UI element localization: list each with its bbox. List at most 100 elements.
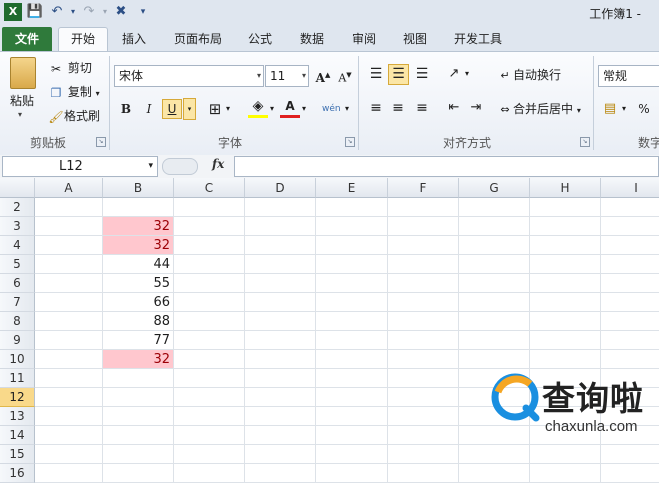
cell-b7[interactable]: 66 — [103, 293, 174, 312]
font-color-dropdown-icon[interactable]: ▾ — [302, 104, 306, 113]
row-header-12[interactable]: 12 — [0, 388, 35, 407]
cell-c11[interactable] — [174, 369, 245, 388]
align-bottom-icon[interactable]: ☰ — [412, 64, 432, 84]
cell-d11[interactable] — [245, 369, 316, 388]
cell-f6[interactable] — [388, 274, 459, 293]
cell-d2[interactable] — [245, 198, 316, 217]
tab-review[interactable]: 审阅 — [344, 28, 384, 50]
cell-h16[interactable] — [530, 464, 601, 483]
borders-dropdown-icon[interactable]: ▾ — [226, 104, 230, 113]
cell-g14[interactable] — [459, 426, 530, 445]
align-middle-icon[interactable]: ☰ — [388, 64, 409, 85]
cell-d5[interactable] — [245, 255, 316, 274]
cell-c3[interactable] — [174, 217, 245, 236]
column-header-a[interactable]: A — [35, 178, 103, 198]
column-header-c[interactable]: C — [174, 178, 245, 198]
cell-f4[interactable] — [388, 236, 459, 255]
cell-b16[interactable] — [103, 464, 174, 483]
row-header-3[interactable]: 3 — [0, 217, 35, 236]
row-header-15[interactable]: 15 — [0, 445, 35, 464]
column-header-g[interactable]: G — [459, 178, 530, 198]
column-header-f[interactable]: F — [388, 178, 459, 198]
cell-d14[interactable] — [245, 426, 316, 445]
orientation-icon[interactable]: ↗ — [444, 64, 464, 84]
number-format-combo[interactable]: 常规 — [598, 65, 659, 87]
cell-e11[interactable] — [316, 369, 388, 388]
cell-e3[interactable] — [316, 217, 388, 236]
format-painter-button[interactable]: 🖌格式刷 — [48, 107, 100, 125]
cell-b4[interactable]: 32 — [103, 236, 174, 255]
cell-e12[interactable] — [316, 388, 388, 407]
tab-insert[interactable]: 插入 — [114, 28, 154, 50]
cell-i16[interactable] — [601, 464, 659, 483]
cell-a8[interactable] — [35, 312, 103, 331]
row-header-8[interactable]: 8 — [0, 312, 35, 331]
cell-g8[interactable] — [459, 312, 530, 331]
cell-g10[interactable] — [459, 350, 530, 369]
column-header-d[interactable]: D — [245, 178, 316, 198]
cell-e9[interactable] — [316, 331, 388, 350]
cell-h6[interactable] — [530, 274, 601, 293]
cell-e13[interactable] — [316, 407, 388, 426]
font-launcher-icon[interactable]: ↘ — [345, 137, 355, 147]
cell-b5[interactable]: 44 — [103, 255, 174, 274]
cell-i10[interactable] — [601, 350, 659, 369]
tab-view[interactable]: 视图 — [395, 28, 435, 50]
cell-c9[interactable] — [174, 331, 245, 350]
font-name-combo[interactable]: 宋体 ▾ — [114, 65, 264, 87]
row-header-6[interactable]: 6 — [0, 274, 35, 293]
cell-a14[interactable] — [35, 426, 103, 445]
cell-i7[interactable] — [601, 293, 659, 312]
cell-c2[interactable] — [174, 198, 245, 217]
cell-d13[interactable] — [245, 407, 316, 426]
cell-c12[interactable] — [174, 388, 245, 407]
copy-button[interactable]: ❐ 复制 ▾ — [48, 83, 100, 101]
cell-c5[interactable] — [174, 255, 245, 274]
tab-formulas[interactable]: 公式 — [240, 28, 280, 50]
row-header-4[interactable]: 4 — [0, 236, 35, 255]
align-center-icon[interactable]: ≡ — [388, 98, 408, 118]
cell-a2[interactable] — [35, 198, 103, 217]
cell-c14[interactable] — [174, 426, 245, 445]
cell-e6[interactable] — [316, 274, 388, 293]
phonetic-dropdown-icon[interactable]: ▾ — [345, 104, 349, 113]
font-size-combo[interactable]: 11 ▾ — [265, 65, 309, 87]
cell-f7[interactable] — [388, 293, 459, 312]
cut-button[interactable]: ✂ 剪切 — [48, 59, 92, 77]
select-all-corner[interactable] — [0, 178, 35, 198]
cell-g9[interactable] — [459, 331, 530, 350]
tab-page-layout[interactable]: 页面布局 — [166, 28, 230, 50]
save-icon[interactable]: 💾 — [26, 3, 44, 21]
cell-g5[interactable] — [459, 255, 530, 274]
cell-c4[interactable] — [174, 236, 245, 255]
cell-b2[interactable] — [103, 198, 174, 217]
cell-i5[interactable] — [601, 255, 659, 274]
cell-i6[interactable] — [601, 274, 659, 293]
cell-f11[interactable] — [388, 369, 459, 388]
percent-button[interactable]: % — [634, 99, 654, 119]
cell-a15[interactable] — [35, 445, 103, 464]
cell-c6[interactable] — [174, 274, 245, 293]
tab-data[interactable]: 数据 — [292, 28, 332, 50]
cell-g15[interactable] — [459, 445, 530, 464]
grow-font-icon[interactable]: A▲ — [313, 65, 333, 85]
cell-h9[interactable] — [530, 331, 601, 350]
cell-f9[interactable] — [388, 331, 459, 350]
row-header-10[interactable]: 10 — [0, 350, 35, 369]
cell-b8[interactable]: 88 — [103, 312, 174, 331]
cell-c10[interactable] — [174, 350, 245, 369]
cell-b9[interactable]: 77 — [103, 331, 174, 350]
font-color-icon[interactable]: A — [280, 97, 300, 118]
cell-c15[interactable] — [174, 445, 245, 464]
tab-developer[interactable]: 开发工具 — [446, 28, 510, 50]
cell-b12[interactable] — [103, 388, 174, 407]
cell-a4[interactable] — [35, 236, 103, 255]
align-right-icon[interactable]: ≡ — [412, 98, 432, 118]
tools-icon[interactable]: ✖ — [112, 3, 130, 21]
column-header-h[interactable]: H — [530, 178, 601, 198]
cell-d8[interactable] — [245, 312, 316, 331]
paste-dropdown-icon[interactable]: ▾ — [18, 110, 22, 119]
cell-f8[interactable] — [388, 312, 459, 331]
decrease-indent-icon[interactable]: ⇤ — [444, 98, 464, 118]
align-left-icon[interactable]: ≡ — [366, 98, 386, 118]
